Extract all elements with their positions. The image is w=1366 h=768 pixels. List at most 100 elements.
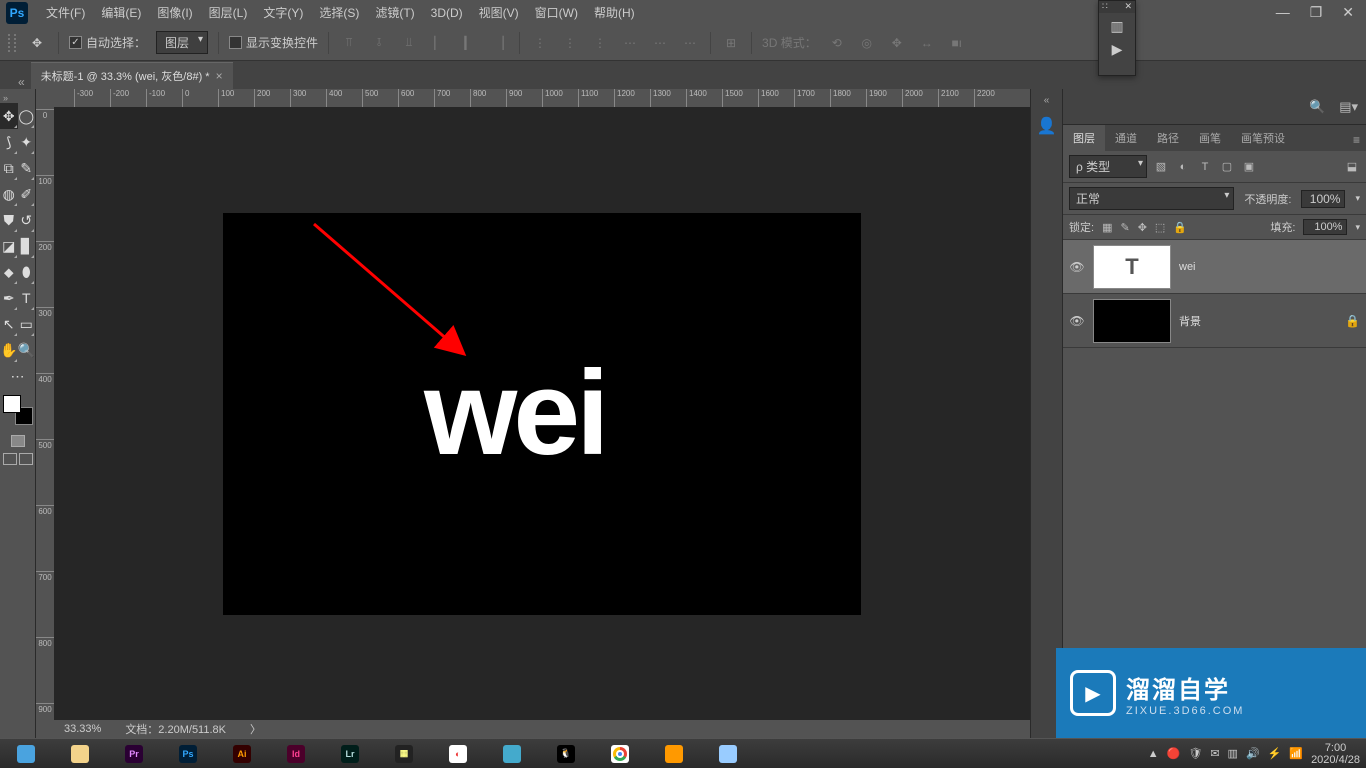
align-left-icon[interactable]: ▏ [429,36,449,50]
tray-icon[interactable]: ⚡ [1268,747,1282,760]
filter-adjust-icon[interactable]: ◐ [1175,159,1191,175]
stamp-tool[interactable]: ⛊ [0,207,18,233]
status-arrow-icon[interactable]: 〉 [250,721,261,737]
tab-scroll-left[interactable]: « [12,75,31,89]
tab-paths[interactable]: 路径 [1147,125,1189,151]
taskbar-app[interactable]: 🐧 [546,742,586,766]
filter-shape-icon[interactable]: ▢ [1219,159,1235,175]
marquee-tool[interactable]: ◯ [18,103,36,129]
visibility-icon[interactable]: 👁 [1069,314,1085,328]
filter-smart-icon[interactable]: ▣ [1241,159,1257,175]
pen-tool[interactable]: ✒ [0,285,18,311]
menu-layer[interactable]: 图层(L) [201,1,256,24]
person-panel-icon[interactable]: 👤 [1037,116,1057,136]
type-tool[interactable]: T [18,285,36,311]
wand-tool[interactable]: ✦ [18,129,36,155]
edit-toolbar[interactable]: ⋯ [0,363,35,389]
clock-time[interactable]: 7:00 [1311,742,1360,754]
auto-select-checkbox[interactable]: ✓ [69,36,82,49]
tab-brushes[interactable]: 画笔 [1189,125,1231,151]
history-icon[interactable]: ▥ [1110,18,1123,35]
shape-tool[interactable]: ▭ [18,311,36,337]
distribute-2-icon[interactable]: ⋮ [560,36,580,50]
document-tab[interactable]: 未标题-1 @ 33.3% (wei, 灰色/8#) * × [31,62,233,89]
3d-slide-icon[interactable]: ↔ [917,36,937,50]
blend-mode-select[interactable]: 正常 [1069,187,1234,210]
foreground-color[interactable] [3,395,21,413]
auto-select-target[interactable]: 图层 [156,31,208,54]
tab-channels[interactable]: 通道 [1105,125,1147,151]
3d-zoom-icon[interactable]: ■ı [947,36,967,50]
auto-align-icon[interactable]: ⊞ [721,36,741,50]
taskbar-app[interactable]: Ai [222,742,262,766]
taskbar-app[interactable]: Id [276,742,316,766]
taskbar-app[interactable] [600,742,640,766]
canvas[interactable]: wei [224,214,860,614]
menu-3d[interactable]: 3D(D) [423,3,471,23]
search-icon[interactable]: 🔍 [1309,99,1325,115]
collapsed-panel[interactable]: ∷✕ ▥ ▶ [1098,0,1136,76]
arrange-icon[interactable]: ▤▾ [1339,99,1358,115]
distribute-4-icon[interactable]: ⋯ [620,36,640,50]
3d-roll-icon[interactable]: ◎ [857,36,877,50]
menu-help[interactable]: 帮助(H) [586,1,643,24]
path-select-tool[interactable]: ↖ [0,311,18,337]
screen-mode-1[interactable] [3,453,17,465]
standard-mode-icon[interactable] [11,435,25,447]
screen-mode-2[interactable] [19,453,33,465]
blur-tool[interactable]: ⬥ [0,259,18,285]
taskbar-app[interactable]: Ps [168,742,208,766]
tray-icon[interactable]: ✉ [1210,747,1219,760]
actions-icon[interactable]: ▶ [1112,41,1123,58]
lasso-tool[interactable]: ⟆ [0,129,18,155]
menu-filter[interactable]: 滤镜(T) [367,1,422,24]
window-close[interactable]: ✕ [1342,4,1354,21]
layer-name[interactable]: 背景 [1179,313,1337,329]
distribute-5-icon[interactable]: ⋯ [650,36,670,50]
lock-transparent-icon[interactable]: ▦ [1102,221,1112,234]
window-maximize[interactable]: ❐ [1310,4,1323,21]
color-swatches[interactable] [3,395,33,425]
doc-size[interactable]: 文档：2.20M/511.8K [125,721,226,737]
close-tab-icon[interactable]: × [216,69,223,83]
panel-collapse-icon[interactable]: « [1044,95,1050,106]
taskbar-app[interactable]: ▦ [384,742,424,766]
filter-toggle[interactable]: ⬓ [1344,159,1360,175]
align-top-icon[interactable]: ⫪ [339,35,359,50]
taskbar-app[interactable]: Lr [330,742,370,766]
lock-artboard-icon[interactable]: ⬚ [1155,221,1165,234]
tray-icon[interactable]: 🛡 [1188,747,1202,760]
align-vcenter-icon[interactable]: ⫱ [369,35,389,50]
tray-icon[interactable]: ▲ [1148,748,1159,760]
lock-all-icon[interactable]: 🔒 [1173,221,1187,234]
crop-tool[interactable]: ⧉ [0,155,18,181]
brush-tool[interactable]: ✐ [18,181,36,207]
tray-icon[interactable]: ▥ [1228,747,1238,760]
tray-icon[interactable]: 🔊 [1246,747,1260,760]
history-brush-tool[interactable]: ↺ [18,207,36,233]
menu-image[interactable]: 图像(I) [149,1,200,24]
fill-value[interactable]: 100% [1303,219,1347,235]
tray-icon[interactable]: 🔴 [1167,747,1181,760]
gradient-tool[interactable]: ▊ [18,233,36,259]
show-transform-checkbox[interactable] [229,36,242,49]
menu-window[interactable]: 窗口(W) [527,1,586,24]
menu-view[interactable]: 视图(V) [471,1,527,24]
zoom-level[interactable]: 33.33% [64,723,101,735]
3d-orbit-icon[interactable]: ⟲ [827,36,847,50]
taskbar-app[interactable]: ◐ [438,742,478,766]
distribute-6-icon[interactable]: ⋯ [680,36,700,50]
align-bottom-icon[interactable]: ⫫ [399,35,419,50]
tray-icon[interactable]: 📶 [1289,747,1303,760]
taskbar-app[interactable] [6,742,46,766]
tab-brush-presets[interactable]: 画笔预设 [1231,125,1295,151]
menu-edit[interactable]: 编辑(E) [93,1,149,24]
eraser-tool[interactable]: ◪ [0,233,18,259]
layer-item-background[interactable]: 👁 背景 🔒 [1063,294,1366,348]
clock-date[interactable]: 2020/4/28 [1311,754,1360,766]
lock-position-icon[interactable]: ✥ [1138,221,1147,234]
taskbar-app[interactable] [654,742,694,766]
filter-type-icon[interactable]: T [1197,159,1213,175]
panel-menu-icon[interactable]: ≡ [1347,129,1366,151]
align-right-icon[interactable]: ▕ [489,36,509,50]
